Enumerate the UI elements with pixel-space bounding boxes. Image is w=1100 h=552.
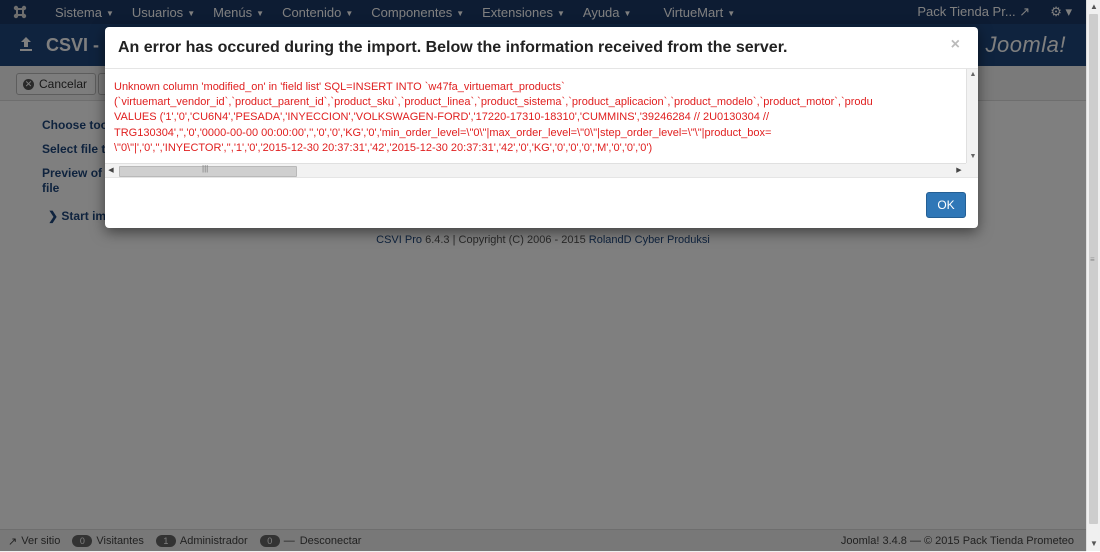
error-line: \"0\"|','0','','INYECTOR','','1','0','20… [114,141,653,154]
dialog-header: An error has occured during the import. … [105,27,978,69]
ok-button[interactable]: OK [926,192,966,218]
error-line: Unknown column 'modified_on' in 'field l… [114,81,565,93]
error-horizontal-scrollbar[interactable]: ◀ ||| ▶ [105,163,966,178]
scroll-down-arrow-icon[interactable]: ▼ [1087,537,1100,551]
scroll-right-arrow-icon[interactable]: ▶ [953,164,965,178]
scroll-grip-icon: ||| [202,164,209,173]
error-message-box[interactable]: Unknown column 'modified_on' in 'field l… [105,69,966,163]
close-icon[interactable]: × [951,36,960,54]
scrollbar-corner [966,163,978,177]
error-line: TRG130304','','0','0000-00-00 00:00:00',… [114,126,772,139]
scrollbar-thumb[interactable] [1089,14,1098,524]
error-vertical-scrollbar[interactable]: ▲ ▼ [966,69,978,163]
error-message: Unknown column 'modified_on' in 'field l… [114,80,966,156]
scroll-down-arrow-icon[interactable]: ▼ [967,151,978,163]
scroll-grip-icon: ≡ [1090,255,1095,264]
scroll-left-arrow-icon[interactable]: ◀ [105,164,117,178]
scrollbar-thumb[interactable]: ||| [119,164,297,177]
error-line: (`virtuemart_vendor_id`,`product_parent_… [114,96,873,109]
dialog-title: An error has occured during the import. … [118,39,788,56]
error-line: VALUES ('1','0','CU6N4','PESADA','INYECC… [114,111,770,124]
scroll-up-arrow-icon[interactable]: ▲ [1087,0,1100,14]
dialog-footer: OK [105,177,978,228]
error-dialog: An error has occured during the import. … [105,27,978,228]
scroll-up-arrow-icon[interactable]: ▲ [967,69,978,81]
dialog-body: Unknown column 'modified_on' in 'field l… [105,69,978,192]
page-scrollbar[interactable]: ▲ ≡ ▼ [1086,0,1100,551]
